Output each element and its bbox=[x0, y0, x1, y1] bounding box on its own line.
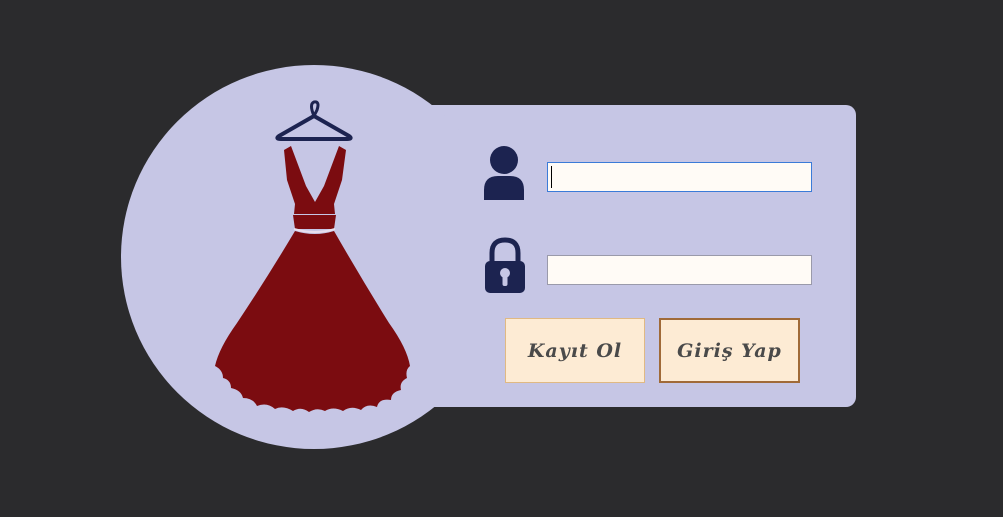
text-cursor bbox=[551, 166, 552, 188]
dress-on-hanger-icon bbox=[215, 100, 410, 412]
lock-icon bbox=[485, 237, 525, 293]
username-field[interactable] bbox=[547, 162, 812, 192]
user-icon bbox=[484, 146, 524, 200]
login-button[interactable]: Giriş Yap bbox=[659, 318, 800, 383]
login-window: Kayıt Ol Giriş Yap bbox=[0, 0, 1003, 517]
password-field[interactable] bbox=[547, 255, 812, 285]
register-button[interactable]: Kayıt Ol bbox=[505, 318, 645, 383]
